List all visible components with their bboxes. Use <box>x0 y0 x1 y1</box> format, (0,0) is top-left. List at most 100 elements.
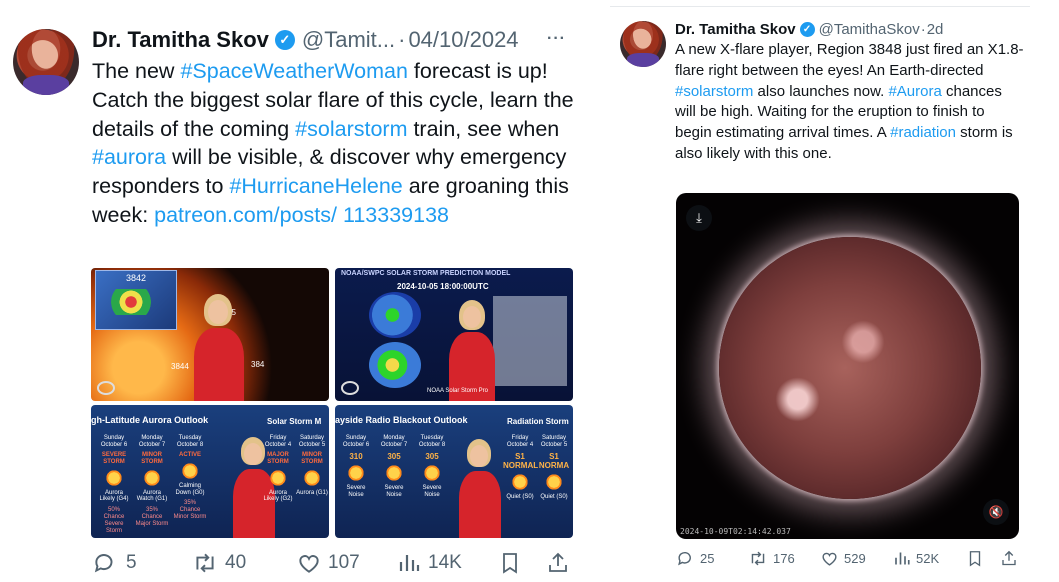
forecast-note: Quiet (S0) <box>506 494 534 501</box>
forecast-day-column: Monday October 7 MINOR STORM Aurora Watch … <box>135 435 169 528</box>
views-count: 14K <box>428 552 462 573</box>
retweet-icon <box>196 553 214 573</box>
download-button[interactable]: ⤓ <box>686 205 712 231</box>
forecast-status: 305 <box>387 451 401 461</box>
hashtag-link[interactable]: #SpaceWeatherWoman <box>180 59 407 83</box>
forecast-day-label: Tuesday October 8 <box>418 435 446 448</box>
like-button[interactable]: 529 <box>820 549 866 568</box>
author-avatar[interactable] <box>13 29 79 95</box>
tweet-time[interactable]: 2d <box>927 21 944 38</box>
media-radio-blackout[interactable]: ayside Radio Blackout Outlook Radiation … <box>335 405 573 538</box>
forecast-status: SEVERE STORM <box>101 451 127 465</box>
tweet-text-span: also launches now. <box>753 82 889 100</box>
retweet-button[interactable]: 176 <box>748 549 795 568</box>
retweet-count: 176 <box>773 551 795 566</box>
forecast-chance: 35% Chance Minor Storm <box>173 500 207 521</box>
presenter-figure <box>455 433 505 538</box>
share-icon <box>1002 550 1016 566</box>
tweet-date[interactable]: 04/10/2024 <box>408 27 518 53</box>
reply-icon <box>94 554 113 573</box>
forecast-day-label: Saturday October 5 <box>540 435 568 448</box>
forecast-day-column: Tuesday October 8 ACTIVE Calming Down (G0)… <box>173 435 207 521</box>
regional-map-inset: 3842 <box>95 270 177 330</box>
forecast-note: Aurora Likely (G4) <box>99 489 129 503</box>
forecast-status: ACTIVE <box>178 451 201 458</box>
aurora-outlook-title: gh-Latitude Aurora Outlook <box>91 415 209 425</box>
author-handle[interactable]: @Tamit... <box>302 27 395 53</box>
more-options-icon[interactable]: ··· <box>547 30 566 48</box>
storm-indicator-icon <box>303 468 321 487</box>
forecast-note: Aurora (G1) <box>296 489 328 496</box>
like-button[interactable]: 107 <box>296 550 360 576</box>
forecast-day-column: Monday October 7 305 Severe Noise <box>377 435 411 499</box>
analytics-icon <box>895 552 910 565</box>
views-button[interactable]: 52K <box>893 549 939 568</box>
forecast-day-column: Sunday October 6 310 Severe Noise <box>339 435 373 499</box>
hashtag-link[interactable]: #solarstorm <box>675 83 753 100</box>
like-count: 107 <box>328 552 360 573</box>
video-player[interactable]: ⤓ 🔇 2024-10-09T02:14:42.037 <box>676 193 1019 539</box>
tweet-right[interactable]: Dr. Tamitha Skov ✓ @TamithaSkov · 2d A n… <box>610 6 1030 582</box>
forecast-note: Severe Noise <box>346 484 366 498</box>
aurora-right-title: Solar Storm M <box>267 417 322 426</box>
storm-indicator-icon <box>105 468 123 487</box>
reply-count: 25 <box>700 551 715 566</box>
forecast-status: S1 NORMAL <box>503 451 539 470</box>
heart-icon <box>822 552 837 566</box>
storm-indicator-icon <box>181 461 199 480</box>
hashtag-link[interactable]: patreon.com/posts/ 113339138 <box>154 203 449 227</box>
sun-icon <box>347 463 365 482</box>
views-button[interactable]: 14K <box>397 550 462 576</box>
share-button[interactable] <box>546 550 570 576</box>
hashtag-link[interactable]: #HurricaneHelene <box>229 174 402 198</box>
model-caption: NOAA Solar Storm Pro <box>427 388 489 394</box>
author-name[interactable]: Dr. Tamitha Skov <box>92 27 269 53</box>
sun-icon <box>545 473 563 492</box>
hashtag-link[interactable]: #radiation <box>890 124 956 141</box>
author-handle[interactable]: @TamithaSkov <box>819 21 920 38</box>
hashtag-link[interactable]: #aurora <box>92 145 166 169</box>
storm-indicator-icon <box>143 468 161 487</box>
hashtag-link[interactable]: #solarstorm <box>295 117 407 141</box>
forecast-day-label: Monday October 7 <box>138 435 166 448</box>
forecast-status: MINOR STORM <box>141 451 163 465</box>
region-label-3842: 3842 <box>126 273 147 283</box>
verified-badge-icon: ✓ <box>799 21 815 37</box>
bookmark-button[interactable] <box>966 549 984 568</box>
share-button[interactable] <box>1000 549 1018 568</box>
media-aurora-outlook[interactable]: gh-Latitude Aurora Outlook Solar Storm M… <box>91 405 329 538</box>
model-time: 2024-10-05 18:00:00UTC <box>397 282 489 291</box>
logo-icon <box>97 381 115 395</box>
hashtag-link[interactable]: #Aurora <box>888 83 941 100</box>
model-plot-panel <box>493 296 567 386</box>
author-name[interactable]: Dr. Tamitha Skov <box>675 21 796 38</box>
reply-button[interactable]: 25 <box>676 549 714 568</box>
model-disc-bottom <box>369 342 421 388</box>
verified-badge-icon: ✓ <box>274 30 295 50</box>
download-icon: ⤓ <box>696 210 702 225</box>
forecast-note: Severe Noise <box>422 484 442 498</box>
reply-button[interactable]: 5 <box>92 550 137 576</box>
header-separator: · <box>920 20 926 38</box>
media-sun-forecast[interactable]: 3842 45 3844 384 <box>91 268 329 401</box>
media-storm-model[interactable]: NOAA/SWPC SOLAR STORM PREDICTION MODEL 2… <box>335 268 573 401</box>
muted-speaker-icon: 🔇 <box>988 505 1004 519</box>
screenshot-divider <box>590 0 610 582</box>
forecast-day-label: Saturday October 5 <box>298 435 326 448</box>
retweet-button[interactable]: 40 <box>191 550 246 576</box>
forecast-day-label: Friday October 4 <box>506 435 534 448</box>
author-avatar[interactable] <box>620 21 666 67</box>
mute-button[interactable]: 🔇 <box>983 499 1009 525</box>
media-grid[interactable]: 3842 45 3844 384 NOAA/SWPC SOLAR STORM P… <box>91 268 573 538</box>
forecast-day-column: Tuesday October 8 305 Severe Noise <box>415 435 449 499</box>
forecast-status: MAJOR STORM <box>267 451 289 465</box>
model-disc-top <box>369 292 421 338</box>
tweet-text-span: train, see when <box>407 116 560 141</box>
views-count: 52K <box>916 551 940 566</box>
bookmark-button[interactable] <box>498 550 522 576</box>
tweet-left[interactable]: Dr. Tamitha Skov ✓ @Tamit... · 04/10/202… <box>0 0 590 582</box>
video-timestamp: 2024-10-09T02:14:42.037 <box>680 527 791 536</box>
sun-icon <box>385 463 403 482</box>
forecast-status: 310 <box>349 451 363 461</box>
forecast-day-column: Friday October 4 MAJOR STORM Aurora Likely… <box>261 435 295 503</box>
